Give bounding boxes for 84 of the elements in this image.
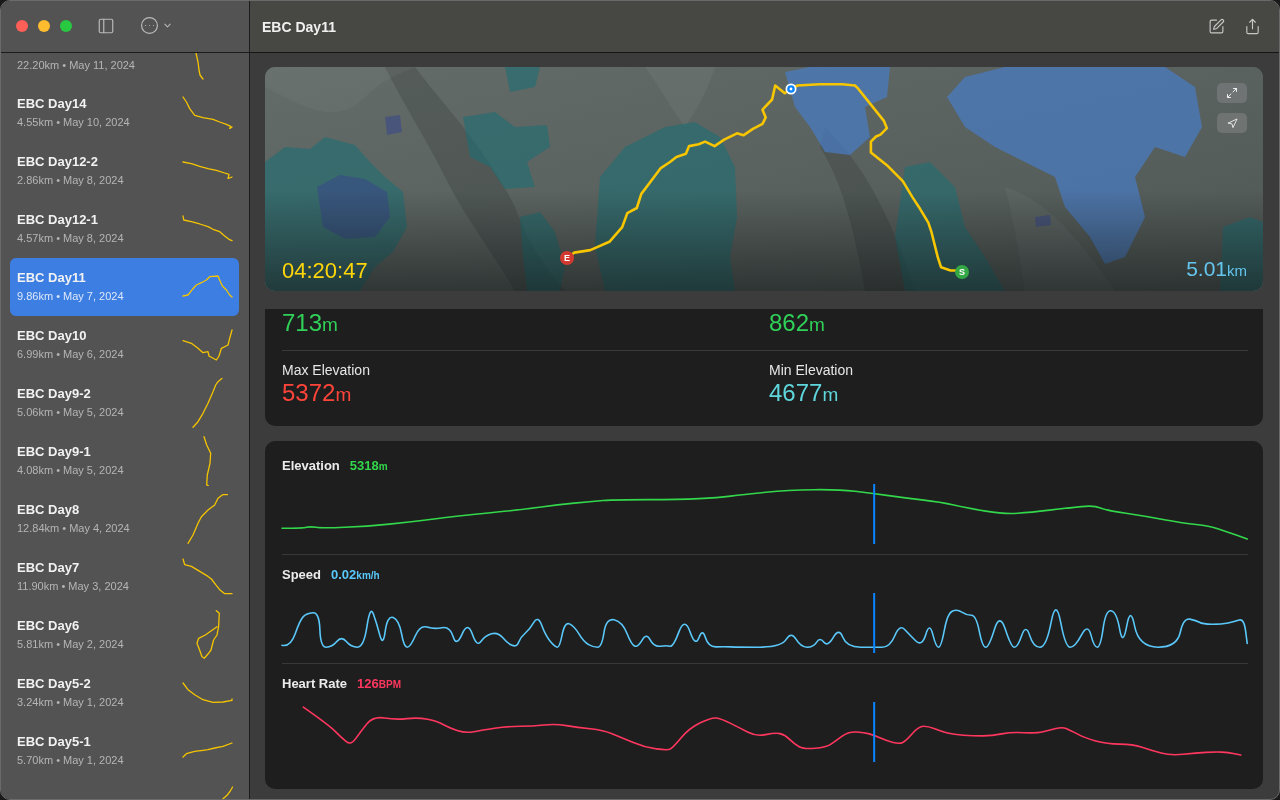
track-subtitle: 4.57km • May 8, 2024 [17,231,124,245]
route-thumbnail-icon [182,682,234,704]
track-subtitle: 5.81km • May 2, 2024 [17,637,124,651]
duration-text: 04:20:47 [282,259,368,283]
track-list-item[interactable]: EBC Day5-2 3.24km • May 1, 2024 [10,664,239,722]
route-thumbnail-icon [182,742,234,759]
track-subtitle: 4.08km • May 5, 2024 [17,463,124,477]
chart-value: 5318m [349,458,388,475]
locate-button[interactable] [1217,113,1247,133]
route-thumbnail-icon [182,215,234,242]
track-title: EBC Day10 [17,328,88,344]
track-list-item[interactable]: EBC Day6 5.81km • May 2, 2024 [10,606,239,664]
track-title: EBC Day12-1 [17,212,99,228]
track-list-item[interactable]: EBC Day12-1 4.57km • May 8, 2024 [10,200,239,258]
track-subtitle: 12.84km • May 4, 2024 [17,521,130,535]
track-list-item[interactable]: EBC Day9-2 5.06km • May 5, 2024 [10,374,239,432]
track-subtitle: 5.70km • May 1, 2024 [17,753,124,767]
chart-label: Elevation [282,458,340,474]
track-title: EBC Day11 [17,270,87,286]
route-thumbnail-icon [187,494,229,544]
track-title: EBC Day14 [17,96,88,112]
route-thumbnail-icon [203,436,212,486]
location-dot-icon [785,83,797,95]
compose-button[interactable] [1208,18,1225,35]
route-thumbnail-icon [195,53,204,80]
track-title: EBC Day8 [17,502,81,518]
chart-value: 126BPM [357,676,401,693]
navigation-arrow-icon [1226,117,1238,129]
stat-value: 5372m [282,379,352,408]
compose-icon [1208,18,1225,35]
track-title: EBC Day7 [17,560,81,576]
minimize-window-button[interactable] [38,19,50,32]
track-subtitle: 4.55km • May 10, 2024 [17,115,130,129]
distance-text: 5.01km [1186,257,1247,282]
more-menu-button[interactable] [140,16,173,35]
stat-label: Min Elevation [769,361,854,379]
route-thumbnail-icon [195,610,220,660]
track-subtitle: 6.99km • May 6, 2024 [17,347,124,361]
route-thumbnail-icon [192,378,224,428]
track-list-item[interactable]: EBC Day12-2 2.86km • May 8, 2024 [10,142,239,200]
track-title: EBC Day6 [17,618,81,634]
track-subtitle: 2.86km • May 8, 2024 [17,173,124,187]
track-list-item[interactable]: 22.20km • May 11, 2024 [10,53,239,84]
route-thumbnail-icon [182,160,234,180]
track-subtitle: 3.24km • May 1, 2024 [17,695,124,709]
track-list-item[interactable]: EBC Day14 4.55km • May 10, 2024 [10,84,239,142]
route-thumbnail-icon [182,558,234,595]
track-title: EBC Day9-1 [17,444,92,460]
chart-label: Speed [282,567,321,583]
route-thumbnail-icon [182,95,234,130]
chevron-down-icon [162,20,173,31]
chart-value: 0.02km/h [331,567,380,584]
stat-value: 713m [282,309,338,338]
stat-value: 4677m [769,379,839,408]
window-title: EBC Day11 [262,18,336,35]
route-thumbnail-icon [220,785,234,799]
expand-map-button[interactable] [1217,83,1247,103]
zoom-window-button[interactable] [60,19,72,32]
track-subtitle: 9.86km • May 7, 2024 [17,289,124,303]
track-subtitle: 11.90km • May 3, 2024 [17,579,129,593]
sidebar-icon [97,16,115,35]
track-list-item[interactable]: EBC Day5-1 5.70km • May 1, 2024 [10,722,239,780]
chart-label: Heart Rate [282,676,348,692]
expand-icon [1226,87,1238,99]
track-list-item[interactable]: EBC Day9-1 4.08km • May 5, 2024 [10,432,239,490]
track-list-item[interactable]: EBC Day8 12.84km • May 4, 2024 [10,490,239,548]
share-icon [1244,18,1261,35]
track-list-item[interactable]: EBC Day10 6.99km • May 6, 2024 [10,316,239,374]
sidebar-toggle-button[interactable] [97,16,115,35]
track-title: EBC Day9-2 [17,386,92,402]
route-thumbnail-icon [182,275,234,298]
share-button[interactable] [1244,18,1261,35]
track-title: EBC Day5-2 [17,676,92,692]
track-list-item[interactable]: EBC Day7 11.90km • May 3, 2024 [10,548,239,606]
route-thumbnail-icon [182,329,234,361]
track-title: EBC Day12-2 [17,154,99,170]
close-window-button[interactable] [16,19,28,32]
track-subtitle: 5.06km • May 5, 2024 [17,405,124,419]
track-list-item[interactable]: EBC Day11 9.86km • May 7, 2024 [10,258,239,316]
track-subtitle: 22.20km • May 11, 2024 [17,58,135,72]
stat-label: Max Elevation [282,361,370,379]
stat-value: 862m [769,309,825,338]
track-title: EBC Day5-1 [17,734,92,750]
ellipsis-circle-icon [140,16,159,35]
